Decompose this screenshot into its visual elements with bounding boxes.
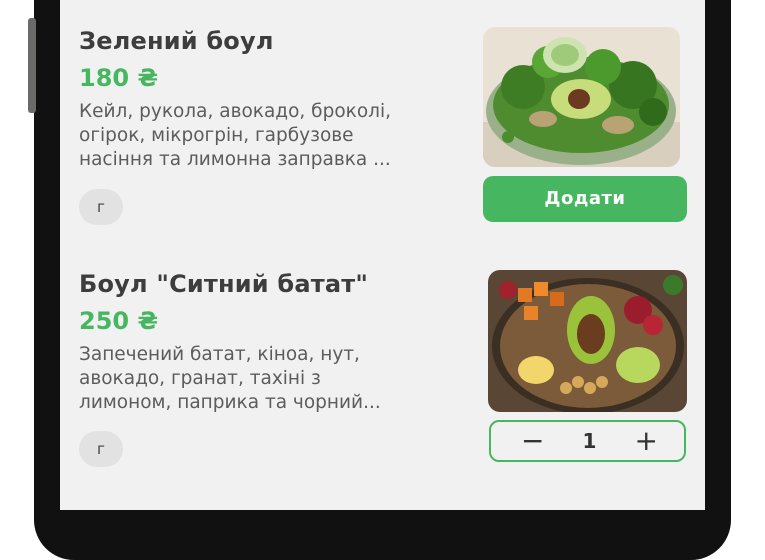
product-title: Боул "Ситний батат" — [79, 270, 369, 298]
unit-chip[interactable]: г — [79, 431, 123, 467]
description-line: насіння та лимонна заправка ... — [79, 149, 391, 170]
product-description: Запечений батат, кіноа, нут, авокадо, гр… — [79, 343, 409, 415]
description-line: авокадо, гранат, тахіні з — [79, 368, 321, 389]
decrement-button[interactable]: − — [521, 427, 544, 455]
increment-button[interactable]: + — [635, 427, 658, 455]
product-card-green-bowl: Зелений боул 180 ₴ Кейл, рукола, авокадо… — [60, 0, 705, 230]
product-price: 250 ₴ — [79, 307, 159, 335]
description-line: лимоном, паприка та чорний... — [79, 392, 381, 413]
add-to-cart-button[interactable]: Додати — [483, 176, 687, 222]
quantity-stepper: − 1 + — [489, 420, 686, 462]
product-price: 180 ₴ — [79, 64, 159, 92]
description-line: Запечений батат, кіноа, нут, — [79, 344, 360, 365]
green-bowl-image — [483, 27, 680, 167]
phone-side-button — [28, 18, 36, 113]
app-screen: Зелений боул 180 ₴ Кейл, рукола, авокадо… — [60, 0, 705, 510]
description-line: Кейл, рукола, авокадо, броколі, — [79, 101, 391, 122]
product-title: Зелений боул — [79, 27, 274, 55]
product-description: Кейл, рукола, авокадо, броколі, огірок, … — [79, 100, 409, 172]
product-card-sweet-potato-bowl: Боул "Ситний батат" 250 ₴ Запечений бата… — [60, 243, 705, 473]
unit-chip[interactable]: г — [79, 189, 123, 225]
sweet-potato-bowl-image — [488, 270, 687, 412]
quantity-value: 1 — [582, 429, 597, 453]
description-line: огірок, мікрогрін, гарбузове — [79, 125, 354, 146]
